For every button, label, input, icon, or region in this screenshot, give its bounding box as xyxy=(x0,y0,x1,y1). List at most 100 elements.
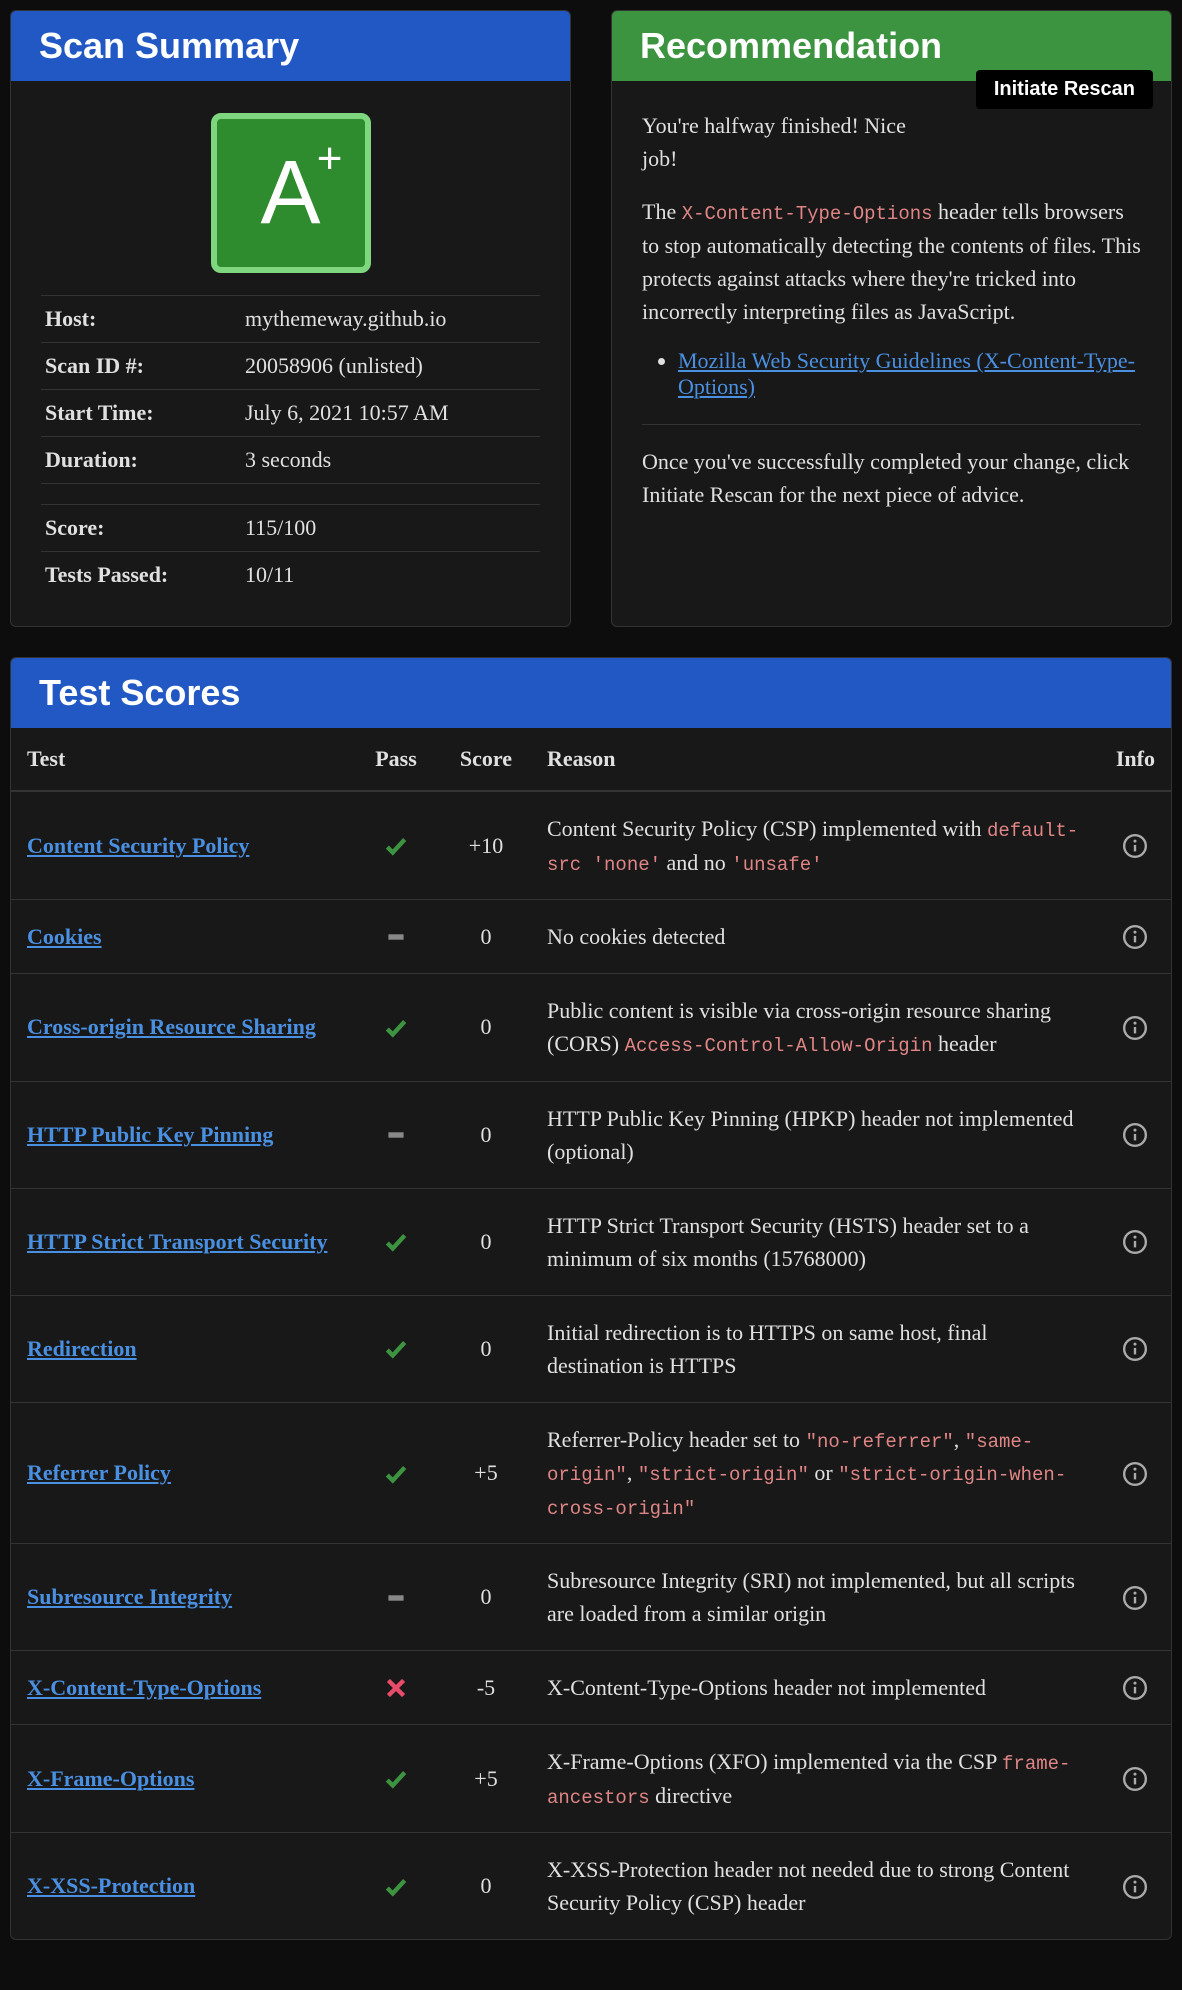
reason-cell: X-XSS-Protection header not needed due t… xyxy=(531,1833,1100,1940)
info-cell[interactable] xyxy=(1100,900,1171,974)
grade-letter: A xyxy=(260,143,320,243)
summary-row: Host:mythemeway.github.io xyxy=(41,296,540,343)
summary-label: Start Time: xyxy=(41,390,241,437)
test-scores-panel: Test Scores Test Pass Score Reason Info … xyxy=(10,657,1172,1940)
info-icon[interactable] xyxy=(1122,1675,1148,1701)
grade-badge: A+ xyxy=(211,113,371,273)
test-link[interactable]: Referrer Policy xyxy=(27,1460,171,1485)
score-cell: +5 xyxy=(441,1725,531,1833)
initiate-rescan-button[interactable]: Initiate Rescan xyxy=(976,70,1153,109)
pass-cell xyxy=(351,1544,441,1651)
info-icon[interactable] xyxy=(1122,1122,1148,1148)
summary-row: Score:115/100 xyxy=(41,505,540,552)
test-scores-table: Test Pass Score Reason Info Content Secu… xyxy=(11,728,1171,1939)
info-cell[interactable] xyxy=(1100,1402,1171,1544)
test-link[interactable]: Redirection xyxy=(27,1336,137,1361)
col-pass: Pass xyxy=(351,728,441,791)
table-row: Referrer Policy+5Referrer-Policy header … xyxy=(11,1402,1171,1544)
info-icon[interactable] xyxy=(1122,1015,1148,1041)
table-row: Redirection0Initial redirection is to HT… xyxy=(11,1295,1171,1402)
pass-cell xyxy=(351,1651,441,1725)
reason-cell: Public content is visible via cross-orig… xyxy=(531,974,1100,1082)
table-row: Content Security Policy+10Content Securi… xyxy=(11,791,1171,900)
test-scores-title: Test Scores xyxy=(11,658,1171,728)
recommendation-title: Recommendation Initiate Rescan xyxy=(612,11,1171,81)
pass-cell xyxy=(351,1188,441,1295)
test-link[interactable]: HTTP Strict Transport Security xyxy=(27,1229,327,1254)
score-cell: 0 xyxy=(441,1081,531,1188)
summary-row: Scan ID #:20058906 (unlisted) xyxy=(41,343,540,390)
test-link[interactable]: X-Content-Type-Options xyxy=(27,1675,261,1700)
table-row: X-Frame-Options+5X-Frame-Options (XFO) i… xyxy=(11,1725,1171,1833)
check-icon xyxy=(383,833,409,859)
info-cell[interactable] xyxy=(1100,1651,1171,1725)
info-icon[interactable] xyxy=(1122,1585,1148,1611)
info-cell[interactable] xyxy=(1100,1725,1171,1833)
reason-cell: HTTP Public Key Pinning (HPKP) header no… xyxy=(531,1081,1100,1188)
cross-icon xyxy=(383,1675,409,1701)
col-reason: Reason xyxy=(531,728,1100,791)
score-cell: +10 xyxy=(441,791,531,900)
score-cell: 0 xyxy=(441,1833,531,1940)
col-score: Score xyxy=(441,728,531,791)
summary-label: Score: xyxy=(41,505,241,552)
info-icon[interactable] xyxy=(1122,833,1148,859)
pass-cell xyxy=(351,1295,441,1402)
scan-summary-panel: Scan Summary A+ Host:mythemeway.github.i… xyxy=(10,10,571,627)
info-cell[interactable] xyxy=(1100,1544,1171,1651)
recommendation-outro: Once you've successfully completed your … xyxy=(642,445,1141,511)
reason-cell: HTTP Strict Transport Security (HSTS) he… xyxy=(531,1188,1100,1295)
info-icon[interactable] xyxy=(1122,1461,1148,1487)
table-row: Cross-origin Resource Sharing0Public con… xyxy=(11,974,1171,1082)
info-cell[interactable] xyxy=(1100,1295,1171,1402)
mozilla-guidelines-link[interactable]: Mozilla Web Security Guidelines (X-Conte… xyxy=(678,348,1135,399)
score-cell: 0 xyxy=(441,1188,531,1295)
info-cell[interactable] xyxy=(1100,1081,1171,1188)
summary-row: Start Time:July 6, 2021 10:57 AM xyxy=(41,390,540,437)
test-link[interactable]: Cross-origin Resource Sharing xyxy=(27,1014,316,1039)
pass-cell xyxy=(351,1402,441,1544)
test-link[interactable]: X-XSS-Protection xyxy=(27,1873,195,1898)
summary-value: 3 seconds xyxy=(241,437,540,484)
table-row: Cookies0No cookies detected xyxy=(11,900,1171,974)
summary-value: mythemeway.github.io xyxy=(241,296,540,343)
summary-label: Tests Passed: xyxy=(41,552,241,599)
test-link[interactable]: Cookies xyxy=(27,924,102,949)
reason-cell: X-Content-Type-Options header not implem… xyxy=(531,1651,1100,1725)
dash-icon xyxy=(383,1122,409,1148)
pass-cell xyxy=(351,974,441,1082)
reason-cell: Subresource Integrity (SRI) not implemen… xyxy=(531,1544,1100,1651)
test-link[interactable]: Subresource Integrity xyxy=(27,1584,232,1609)
table-row: HTTP Public Key Pinning 0HTTP Public Key … xyxy=(11,1081,1171,1188)
summary-value: July 6, 2021 10:57 AM xyxy=(241,390,540,437)
test-link[interactable]: HTTP Public Key Pinning xyxy=(27,1122,273,1147)
info-icon[interactable] xyxy=(1122,1229,1148,1255)
dash-icon xyxy=(383,1585,409,1611)
score-cell: 0 xyxy=(441,1295,531,1402)
info-cell[interactable] xyxy=(1100,791,1171,900)
pass-cell xyxy=(351,1725,441,1833)
info-cell[interactable] xyxy=(1100,1188,1171,1295)
summary-label: Host: xyxy=(41,296,241,343)
score-cell: +5 xyxy=(441,1402,531,1544)
table-row: Subresource Integrity0Subresource Integr… xyxy=(11,1544,1171,1651)
col-info: Info xyxy=(1100,728,1171,791)
check-icon xyxy=(383,1015,409,1041)
score-cell: 0 xyxy=(441,900,531,974)
col-test: Test xyxy=(11,728,351,791)
info-icon[interactable] xyxy=(1122,1874,1148,1900)
summary-table: Host:mythemeway.github.ioScan ID #:20058… xyxy=(41,295,540,598)
test-link[interactable]: X-Frame-Options xyxy=(27,1766,194,1791)
info-icon[interactable] xyxy=(1122,1766,1148,1792)
info-icon[interactable] xyxy=(1122,1336,1148,1362)
table-row: X-Content-Type-Options -5X-Content-Type-O… xyxy=(11,1651,1171,1725)
check-icon xyxy=(383,1229,409,1255)
recommendation-intro: You're halfway finished! Nice job! xyxy=(642,109,922,175)
score-cell: -5 xyxy=(441,1651,531,1725)
info-icon[interactable] xyxy=(1122,924,1148,950)
check-icon xyxy=(383,1461,409,1487)
info-cell[interactable] xyxy=(1100,974,1171,1082)
info-cell[interactable] xyxy=(1100,1833,1171,1940)
check-icon xyxy=(383,1874,409,1900)
test-link[interactable]: Content Security Policy xyxy=(27,833,249,858)
